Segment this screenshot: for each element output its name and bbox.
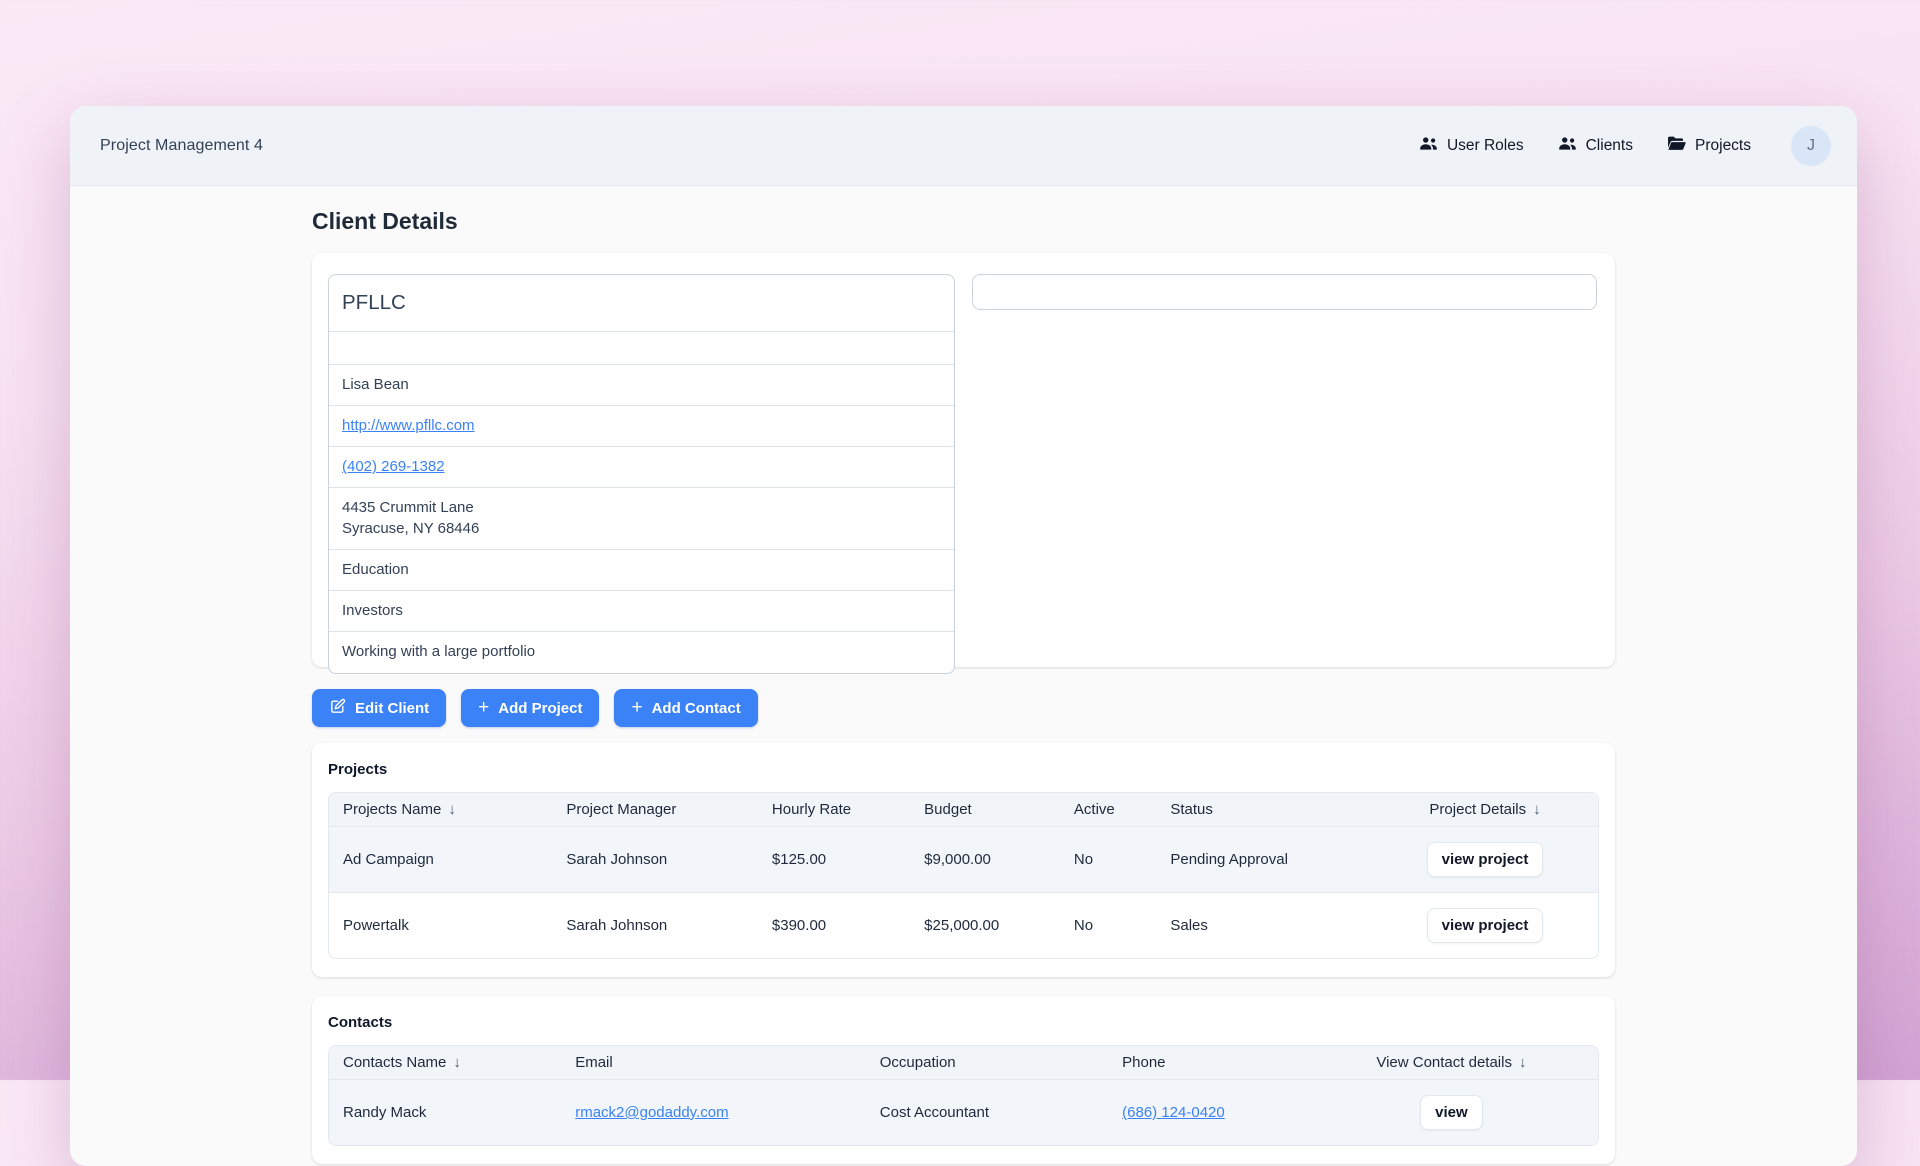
client-address: 4435 Crummit Lane Syracuse, NY 68446 [329,488,954,550]
view-project-button[interactable]: view project [1427,908,1544,943]
client-actions: Edit Client + Add Project + Add Contact [312,689,1615,727]
project-manager: Sarah Johnson [552,893,758,959]
contacts-col-email: Email [561,1046,866,1080]
contact-occupation: Cost Accountant [866,1080,1108,1146]
projects-col-active: Active [1060,793,1156,827]
sort-descending-icon: ↓ [448,801,456,818]
client-phone-link[interactable]: (402) 269-1382 [342,458,445,475]
projects-folder-icon [1667,135,1686,156]
contact-phone-cell: (686) 124-0420 [1108,1080,1305,1146]
top-navbar: Project Management 4 User Roles [70,106,1857,186]
sort-descending-icon: ↓ [1519,1054,1527,1071]
project-name: Powertalk [329,893,552,959]
navbar-right: User Roles Clients [1419,126,1831,166]
add-contact-button[interactable]: + Add Contact [614,689,757,727]
project-manager: Sarah Johnson [552,827,758,893]
nav-item-projects[interactable]: Projects [1667,135,1751,156]
clients-icon [1558,136,1577,156]
client-notes: Working with a large portfolio [329,632,954,672]
edit-icon [329,698,346,719]
client-category: Investors [329,591,954,632]
contact-row: Randy Mack rmack2@godaddy.com Cost Accou… [329,1080,1598,1146]
client-empty-field [329,332,954,365]
nav-item-user-roles[interactable]: User Roles [1419,136,1524,156]
view-contact-button[interactable]: view [1420,1095,1483,1130]
project-hourly-rate: $390.00 [758,893,910,959]
sort-descending-icon: ↓ [453,1054,461,1071]
project-row: Ad Campaign Sarah Johnson $125.00 $9,000… [329,827,1598,893]
plus-icon: + [478,698,489,717]
client-address-line1: 4435 Crummit Lane [342,498,941,518]
edit-client-label: Edit Client [355,700,429,717]
app-window: Project Management 4 User Roles [70,106,1857,1166]
projects-section-card: Projects Projects Name↓ Project Manager … [312,743,1615,977]
add-project-label: Add Project [498,700,582,717]
contacts-col-phone: Phone [1108,1046,1305,1080]
contacts-section-label: Contacts [328,1014,1599,1031]
edit-client-button[interactable]: Edit Client [312,689,446,727]
nav-item-label: Projects [1695,137,1751,155]
contacts-section-card: Contacts Contacts Name↓ Email Occupation… [312,996,1615,1164]
view-project-button[interactable]: view project [1427,842,1544,877]
project-status: Sales [1156,893,1372,959]
client-industry: Education [329,550,954,591]
projects-col-hourly-rate: Hourly Rate [758,793,910,827]
nav-item-clients[interactable]: Clients [1558,136,1633,156]
client-address-line2: Syracuse, NY 68446 [342,519,941,539]
projects-col-budget: Budget [910,793,1060,827]
project-status: Pending Approval [1156,827,1372,893]
app-title: Project Management 4 [100,137,263,155]
plus-icon: + [631,698,642,717]
project-name: Ad Campaign [329,827,552,893]
project-budget: $25,000.00 [910,893,1060,959]
projects-section-label: Projects [328,761,1599,778]
project-active: No [1060,893,1156,959]
nav-item-label: User Roles [1447,137,1524,155]
contact-email-cell: rmack2@godaddy.com [561,1080,866,1146]
client-details-card: PFLLC Lisa Bean http://www.pfllc.com (40… [312,253,1615,667]
projects-col-manager: Project Manager [552,793,758,827]
client-phone-row: (402) 269-1382 [329,447,954,488]
client-contact-person: Lisa Bean [329,365,954,406]
client-website-link[interactable]: http://www.pfllc.com [342,417,475,434]
add-contact-label: Add Contact [652,700,741,717]
client-website-row: http://www.pfllc.com [329,406,954,447]
projects-col-name[interactable]: Projects Name↓ [329,793,552,827]
project-row: Powertalk Sarah Johnson $390.00 $25,000.… [329,893,1598,959]
client-name: PFLLC [329,275,954,332]
contacts-table: Contacts Name↓ Email Occupation Phone Vi… [328,1045,1599,1146]
add-project-button[interactable]: + Add Project [461,689,599,727]
contacts-header-row: Contacts Name↓ Email Occupation Phone Vi… [329,1046,1598,1080]
contact-email-link[interactable]: rmack2@godaddy.com [575,1104,728,1121]
projects-header-row: Projects Name↓ Project Manager Hourly Ra… [329,793,1598,827]
client-info-box: PFLLC Lisa Bean http://www.pfllc.com (40… [328,274,955,674]
user-avatar[interactable]: J [1791,126,1831,166]
nav-item-label: Clients [1586,137,1633,155]
contacts-col-name[interactable]: Contacts Name↓ [329,1046,561,1080]
projects-col-details[interactable]: Project Details↓ [1372,793,1598,827]
user-roles-icon [1419,136,1438,156]
contacts-col-view[interactable]: View Contact details↓ [1305,1046,1598,1080]
page-title: Client Details [312,208,1615,235]
contacts-col-occupation: Occupation [866,1046,1108,1080]
contact-phone-link[interactable]: (686) 124-0420 [1122,1104,1225,1121]
client-extra-input[interactable] [972,274,1597,310]
project-hourly-rate: $125.00 [758,827,910,893]
project-budget: $9,000.00 [910,827,1060,893]
main-content: Client Details PFLLC Lisa Bean http://ww… [70,186,1857,1164]
contact-name: Randy Mack [329,1080,561,1146]
projects-col-status: Status [1156,793,1372,827]
projects-table: Projects Name↓ Project Manager Hourly Ra… [328,792,1599,959]
project-active: No [1060,827,1156,893]
avatar-initial: J [1807,137,1815,155]
sort-descending-icon: ↓ [1533,801,1541,818]
